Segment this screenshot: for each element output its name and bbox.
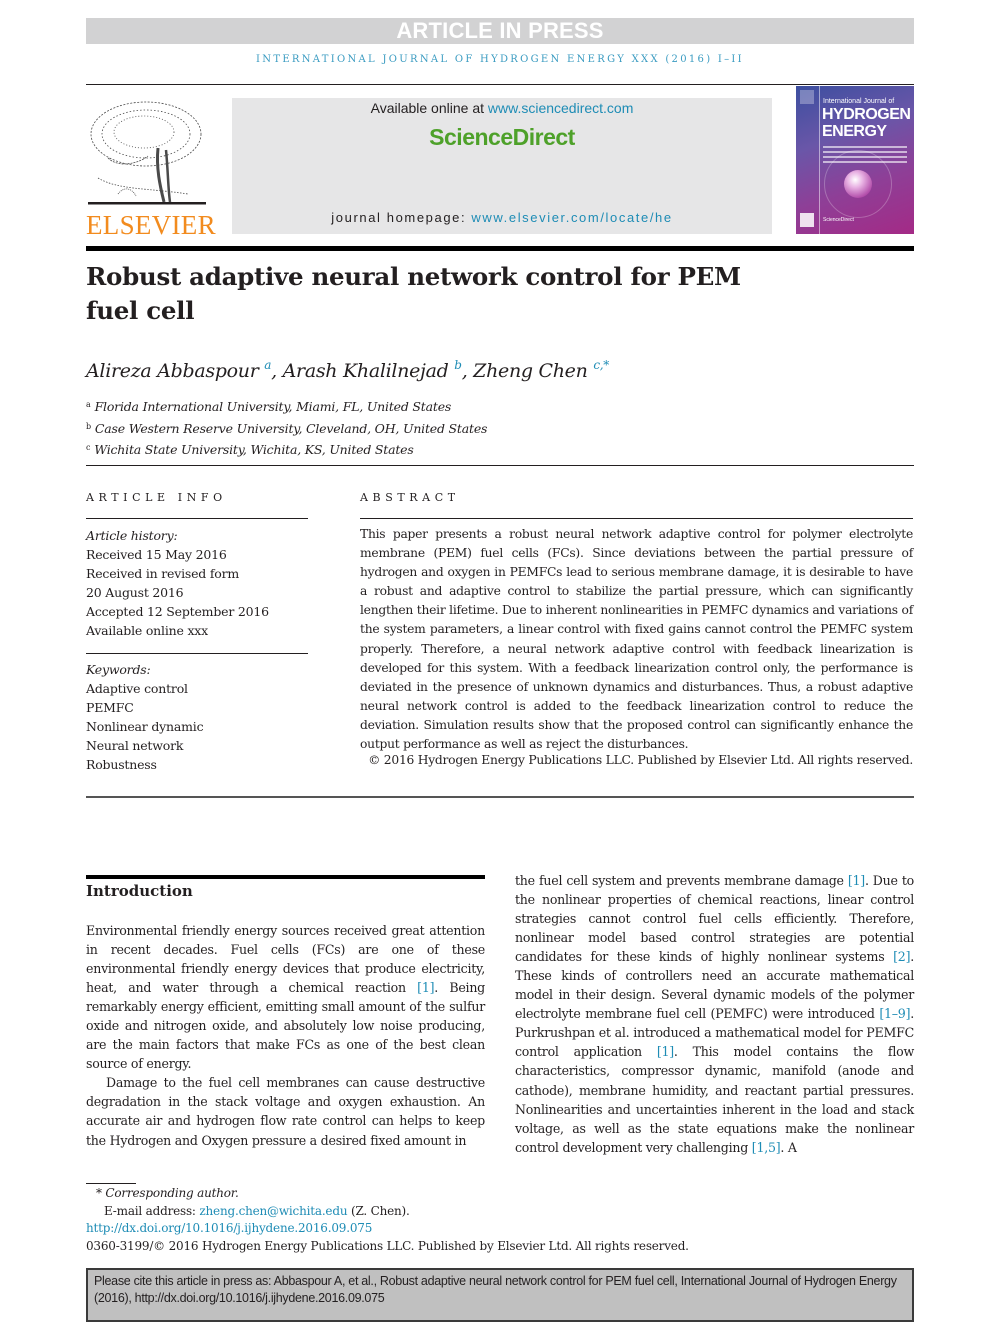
elsevier-logo[interactable]: ELSEVIER [86, 98, 216, 240]
affiliations: a Florida International University, Miami… [86, 395, 487, 460]
keywords-label: Keywords: [86, 662, 151, 677]
article-in-press-banner: ARTICLE IN PRESS [86, 18, 914, 44]
affiliation-key: b [86, 421, 91, 431]
keywords-spacer [86, 640, 308, 660]
body-text: the fuel cell system and prevents membra… [515, 873, 848, 888]
email-link[interactable]: zheng.chen@wichita.edu [199, 1204, 347, 1218]
journal-homepage-text: journal homepage: www.elsevier.com/locat… [232, 210, 772, 225]
cover-title-large: HYDROGEN ENERGY [822, 106, 911, 140]
sciencedirect-link[interactable]: www.sciencedirect.com [488, 100, 634, 116]
article-info-rule [86, 518, 308, 519]
header-thick-rule [86, 246, 914, 251]
affiliation-item: c Wichita State University, Wichita, KS, … [86, 438, 487, 460]
body-column-right: the fuel cell system and prevents membra… [515, 871, 914, 1157]
history-item: Available online xxx [86, 623, 208, 638]
running-head: INTERNATIONAL JOURNAL OF HYDROGEN ENERGY… [256, 54, 744, 65]
keyword-item[interactable]: Adaptive control [86, 679, 308, 698]
affiliation-key: a [86, 400, 91, 409]
author-affiliation-link[interactable]: b [454, 358, 462, 372]
keyword-item[interactable]: Neural network [86, 736, 308, 755]
history-item: Accepted 12 September 2016 [86, 604, 269, 619]
keywords-rule [86, 653, 308, 654]
citation-link[interactable]: [1] [657, 1044, 674, 1059]
footnotes: * Corresponding author. E-mail address: … [86, 1185, 689, 1255]
citation-link[interactable]: [1] [848, 873, 865, 888]
corresponding-author-note: * Corresponding author. [96, 1186, 239, 1200]
body-column-left: Environmental friendly energy sources re… [86, 921, 485, 1150]
cover-title-small: International Journal of [823, 98, 895, 105]
article-title-line-2: fuel cell [86, 296, 195, 325]
affiliation-text: Case Western Reserve University, Clevela… [94, 420, 488, 436]
author-list: Alireza Abbaspour a, Arash Khalilnejad b… [86, 358, 609, 382]
cover-orb-icon [844, 170, 872, 198]
affiliation-text: Florida International University, Miami,… [94, 399, 452, 414]
author-name: Zheng Chen [473, 360, 588, 382]
citation-link[interactable]: [1] [417, 980, 434, 995]
author-affiliation-link[interactable]: c,* [593, 358, 609, 372]
cover-stripe [819, 86, 820, 234]
body-text: . A [780, 1139, 797, 1155]
abstract-rule [360, 518, 913, 519]
affiliation-key: c [86, 443, 91, 452]
author-name: Alireza Abbaspour [86, 360, 259, 382]
abstract-heading: ABSTRACT [360, 491, 460, 504]
journal-homepage-label: journal homepage: [331, 210, 472, 225]
affiliations-rule [86, 465, 914, 466]
introduction-rule [86, 875, 485, 879]
introduction-heading: Introduction [86, 882, 193, 900]
abstract-text: This paper presents a robust neural netw… [360, 527, 913, 752]
body-paragraph: the fuel cell system and prevents membra… [515, 871, 914, 1157]
elsevier-wordmark: ELSEVIER [86, 210, 216, 240]
affiliation-text: Wichita State University, Wichita, KS, U… [94, 442, 414, 457]
keyword-item[interactable]: Nonlinear dynamic [86, 717, 308, 736]
email-line: E-mail address: zheng.chen@wichita.edu (… [86, 1203, 689, 1221]
body-paragraph: Environmental friendly energy sources re… [86, 921, 485, 1073]
doi-link[interactable]: http://dx.doi.org/10.1016/j.ijhydene.201… [86, 1220, 689, 1238]
abstract-copyright: © 2016 Hydrogen Energy Publications LLC.… [368, 753, 913, 767]
keyword-item[interactable]: Robustness [86, 755, 308, 774]
author-name: Arash Khalilnejad [282, 360, 449, 382]
sciencedirect-banner: Available online at www.sciencedirect.co… [232, 98, 772, 234]
article-title: Robust adaptive neural network control f… [86, 260, 786, 328]
abstract-bottom-rule [86, 796, 914, 798]
top-rule [86, 84, 914, 85]
cover-ihe-badge-icon [800, 213, 814, 227]
citation-link[interactable]: [1–9] [879, 1006, 910, 1021]
affiliation-item: b Case Western Reserve University, Clevel… [86, 417, 487, 439]
journal-homepage-link[interactable]: www.elsevier.com/locate/he [471, 210, 672, 225]
issn-copyright: 0360-3199/© 2016 Hydrogen Energy Publica… [86, 1238, 689, 1253]
cover-title-hydrogen: HYDROGEN [822, 106, 911, 123]
keyword-item[interactable]: PEMFC [86, 698, 308, 717]
journal-cover-image[interactable]: International Journal of HYDROGEN ENERGY … [796, 86, 914, 234]
elsevier-tree-icon [88, 101, 206, 205]
history-item: Received in revised form [86, 566, 240, 581]
history-item: 20 August 2016 [86, 585, 184, 600]
article-info-heading: ARTICLE INFO [86, 491, 227, 504]
email-label: E-mail address: [104, 1203, 200, 1218]
author-separator: , [461, 360, 474, 382]
author-separator: , [271, 360, 283, 382]
cover-sciencedirect-label: ScienceDirect [823, 217, 854, 223]
citation-link[interactable]: [1,5] [752, 1140, 781, 1155]
footnote-rule [86, 1183, 136, 1184]
sciencedirect-logo[interactable]: ScienceDirect [232, 124, 772, 151]
article-title-line-1: Robust adaptive neural network control f… [86, 262, 741, 291]
available-online-label: Available online at [370, 100, 488, 116]
body-paragraph: Damage to the fuel cell membranes can ca… [86, 1075, 485, 1148]
email-suffix: (Z. Chen). [347, 1203, 410, 1218]
available-online-text: Available online at www.sciencedirect.co… [232, 100, 772, 116]
article-history-label: Article history: [86, 528, 178, 543]
article-info: Article history: Received 15 May 2016 Re… [86, 526, 308, 774]
history-item: Received 15 May 2016 [86, 547, 227, 562]
citation-link[interactable]: [2] [893, 949, 910, 964]
cover-publisher-icon [800, 90, 814, 104]
citation-box: Please cite this article in press as: Ab… [86, 1268, 914, 1322]
affiliation-item: a Florida International University, Miami… [86, 395, 487, 417]
body-text: . This model contains the flow character… [515, 1044, 914, 1155]
cover-title-energy: ENERGY [822, 123, 887, 140]
